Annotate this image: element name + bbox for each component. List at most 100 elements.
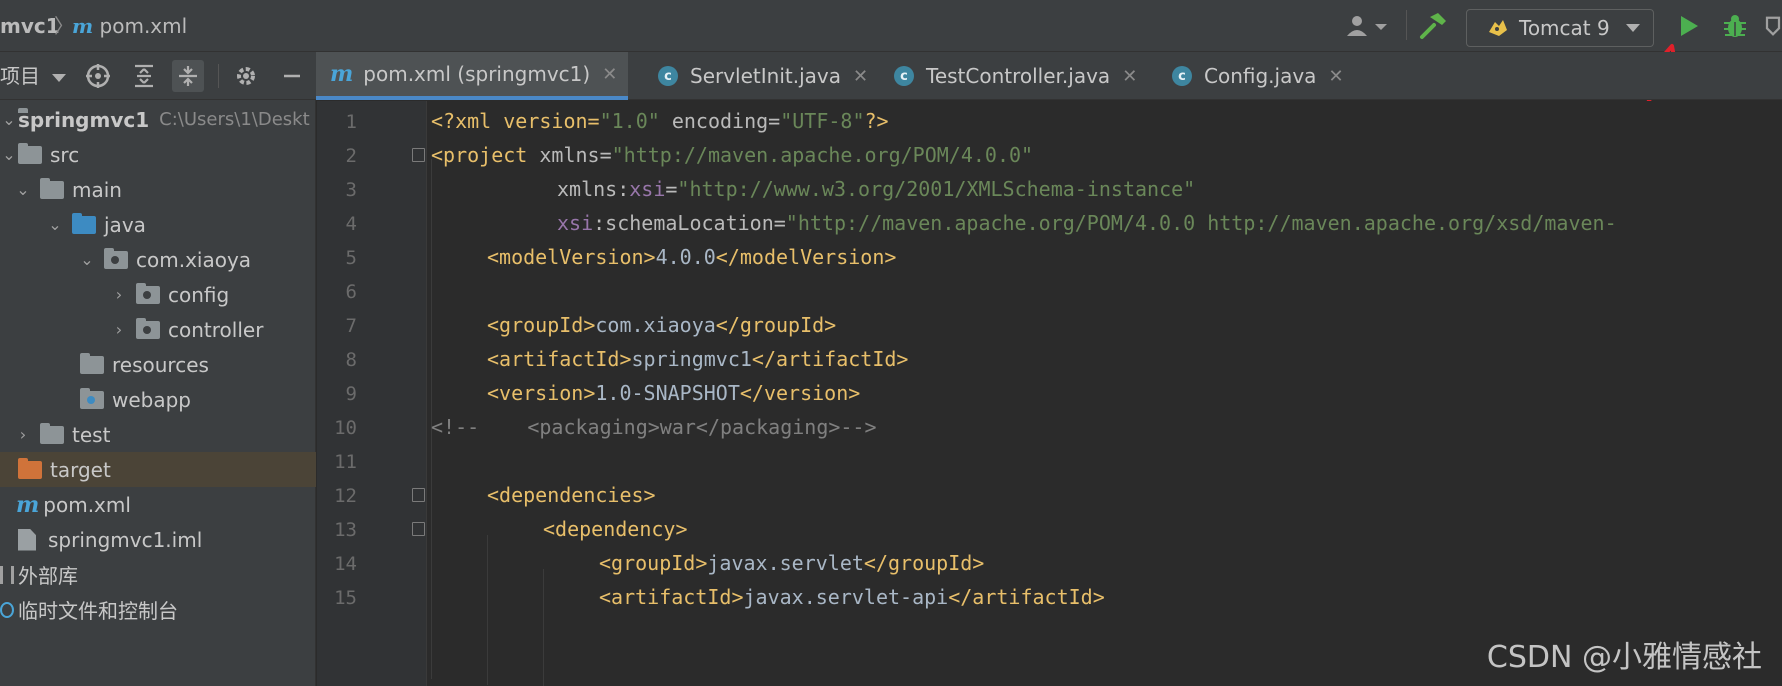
build-hammer-icon[interactable] bbox=[1416, 10, 1450, 42]
line-number: 10 bbox=[334, 417, 357, 439]
tree-item-label: java bbox=[104, 212, 146, 237]
tree-item-scratches[interactable]: 临时文件和控制台 bbox=[0, 592, 316, 627]
code-line-14: <groupId>javax.servlet</groupId> bbox=[599, 551, 985, 575]
source-folder-icon bbox=[72, 212, 96, 234]
line-number: 14 bbox=[334, 553, 357, 575]
maven-icon: m bbox=[330, 61, 354, 87]
code-line-4: xsi:schemaLocation="http://maven.apache.… bbox=[557, 211, 1617, 235]
play-icon bbox=[1681, 16, 1698, 36]
tab-label: Config.java bbox=[1204, 64, 1317, 88]
project-toolbar: 项目 bbox=[0, 52, 316, 100]
breadcrumb-project[interactable]: mvc1 bbox=[0, 0, 60, 52]
tab-config[interactable]: c Config.java ✕ bbox=[1158, 52, 1358, 100]
tree-item-main[interactable]: ⌄ main bbox=[0, 172, 316, 207]
line-number: 4 bbox=[345, 213, 357, 235]
gear-icon[interactable] bbox=[230, 60, 262, 92]
code-line-13: <dependency> bbox=[543, 517, 688, 541]
tree-item-label: resources bbox=[112, 352, 209, 377]
close-icon[interactable]: ✕ bbox=[853, 66, 868, 87]
fold-marker-icon[interactable] bbox=[412, 522, 425, 536]
maven-icon: m bbox=[16, 491, 40, 518]
line-number: 13 bbox=[334, 519, 357, 541]
code-editor[interactable]: 1 2 3 4 5 6 7 8 9 10 11 12 13 14 15 <?xm… bbox=[317, 101, 1782, 686]
code-line-2: <project xmlns="http://maven.apache.org/… bbox=[431, 143, 1034, 167]
close-icon[interactable]: ✕ bbox=[602, 64, 617, 85]
toolbar-divider bbox=[1406, 10, 1407, 40]
library-icon bbox=[0, 565, 14, 584]
code-line-1: <?xml version="1.0" encoding="UTF-8"?> bbox=[431, 109, 889, 133]
close-icon[interactable]: ✕ bbox=[1328, 66, 1343, 87]
bug-icon bbox=[1724, 15, 1746, 37]
class-icon: c bbox=[894, 66, 914, 86]
code-line-10: <!-- <packaging>war</packaging>--> bbox=[431, 415, 877, 439]
line-number: 11 bbox=[334, 451, 357, 473]
tree-item-iml[interactable]: springmvc1.iml bbox=[0, 522, 316, 557]
package-icon bbox=[136, 282, 160, 304]
collapse-all-icon[interactable] bbox=[172, 60, 204, 92]
tree-item-external-libraries[interactable]: 外部库 bbox=[0, 557, 316, 592]
tree-item-config[interactable]: › config bbox=[0, 277, 316, 312]
line-number: 3 bbox=[345, 179, 357, 201]
chevron-down-icon: ⌄ bbox=[80, 250, 94, 269]
project-view-selector[interactable]: 项目 bbox=[0, 52, 67, 100]
tab-testcontroller[interactable]: c TestController.java ✕ bbox=[880, 52, 1158, 100]
watermark: CSDN @小雅情感社 bbox=[1486, 640, 1762, 675]
line-number: 12 bbox=[334, 485, 357, 507]
tree-item-controller[interactable]: › controller bbox=[0, 312, 316, 347]
tree-item-package[interactable]: ⌄ com.xiaoya bbox=[0, 242, 316, 277]
tree-item-src[interactable]: ⌄ src bbox=[0, 137, 316, 172]
coverage-icon[interactable] bbox=[1764, 10, 1782, 42]
project-tree: ⌄ springmvc1 C:\Users\1\Deskt ⌄ src ⌄ ma… bbox=[0, 100, 316, 686]
file-icon bbox=[18, 528, 36, 551]
line-number: 15 bbox=[334, 587, 357, 609]
maven-icon: m bbox=[72, 14, 94, 38]
chevron-right-icon: › bbox=[19, 425, 27, 444]
tree-item-label: 外部库 bbox=[18, 564, 78, 588]
class-icon: c bbox=[1172, 66, 1192, 86]
tree-item-label: target bbox=[50, 457, 111, 482]
tree-item-label: config bbox=[168, 282, 230, 307]
scratches-icon bbox=[0, 601, 14, 618]
folder-icon bbox=[40, 177, 64, 199]
tree-item-root[interactable]: ⌄ springmvc1 C:\Users\1\Deskt bbox=[0, 102, 316, 137]
tree-item-target[interactable]: target bbox=[0, 452, 316, 487]
tree-item-java[interactable]: ⌄ java bbox=[0, 207, 316, 242]
run-button[interactable] bbox=[1672, 10, 1706, 42]
indent-guide bbox=[487, 535, 488, 685]
locate-file-icon[interactable] bbox=[82, 60, 114, 92]
line-number: 6 bbox=[345, 281, 357, 303]
tree-item-pom[interactable]: m pom.xml bbox=[0, 487, 316, 522]
line-number: 7 bbox=[345, 315, 357, 337]
tab-label: TestController.java bbox=[926, 64, 1111, 88]
fold-marker-icon[interactable] bbox=[412, 148, 425, 162]
chevron-down-icon: ⌄ bbox=[16, 180, 30, 199]
code-line-3: xmlns:xsi="http://www.w3.org/2001/XMLSch… bbox=[557, 177, 1196, 201]
toolbar-divider bbox=[218, 64, 219, 88]
hide-panel-icon[interactable] bbox=[276, 60, 308, 92]
folder-icon bbox=[18, 142, 42, 164]
indent-guide bbox=[543, 569, 544, 686]
line-number: 9 bbox=[345, 383, 357, 405]
editor-tabs: m pom.xml (springmvc1) ✕ c ServletInit.j… bbox=[316, 52, 1782, 100]
chevron-down-icon: ⌄ bbox=[48, 215, 62, 234]
tab-pom-xml[interactable]: m pom.xml (springmvc1) ✕ bbox=[316, 52, 628, 100]
chevron-down-icon: ⌄ bbox=[2, 110, 16, 129]
title-bar: mvc1 〉 m pom.xml Tomcat 9 bbox=[0, 0, 1782, 52]
chevron-down-icon bbox=[1625, 24, 1640, 32]
tree-item-label: controller bbox=[168, 317, 264, 342]
breadcrumb-separator: 〉 bbox=[54, 14, 74, 38]
tree-item-resources[interactable]: resources bbox=[0, 347, 316, 382]
user-menu-icon[interactable] bbox=[1342, 10, 1392, 42]
run-configuration-label: Tomcat 9 bbox=[1519, 16, 1610, 40]
tab-servletinit[interactable]: c ServletInit.java ✕ bbox=[644, 52, 880, 100]
chevron-right-icon: › bbox=[115, 285, 123, 304]
breadcrumb-file[interactable]: m pom.xml bbox=[72, 0, 187, 52]
fold-marker-icon[interactable] bbox=[412, 488, 425, 502]
package-icon bbox=[136, 317, 160, 339]
tree-item-webapp[interactable]: webapp bbox=[0, 382, 316, 417]
close-icon[interactable]: ✕ bbox=[1122, 66, 1137, 87]
expand-all-icon[interactable] bbox=[128, 60, 160, 92]
debug-button[interactable] bbox=[1718, 10, 1752, 42]
tree-item-label: springmvc1.iml bbox=[48, 527, 203, 552]
tree-item-test[interactable]: › test bbox=[0, 417, 316, 452]
